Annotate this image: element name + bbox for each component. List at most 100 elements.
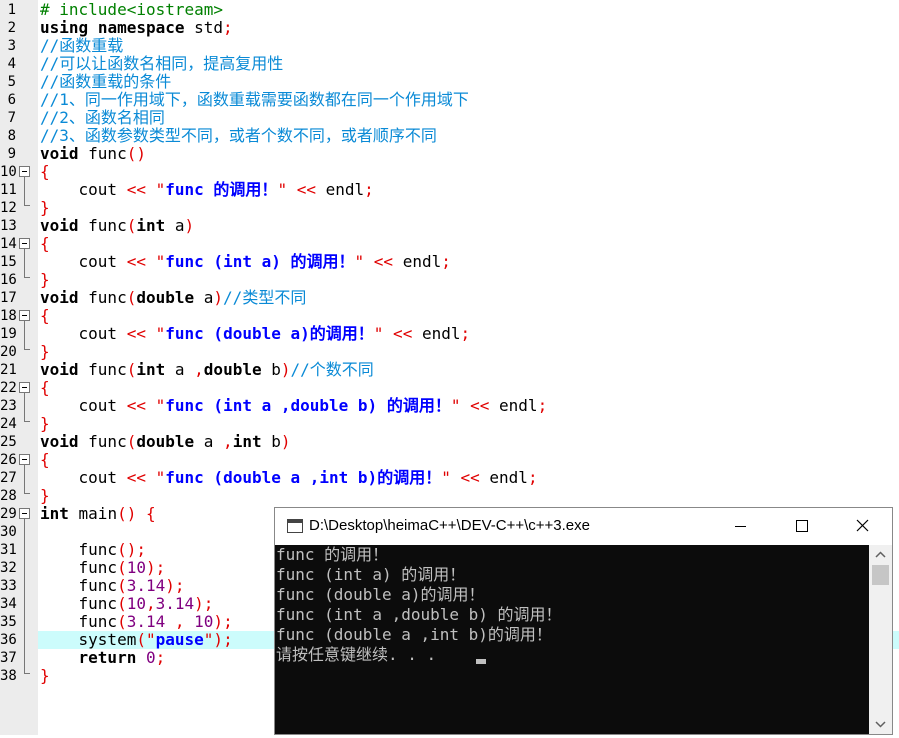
code-line[interactable]: { bbox=[40, 163, 50, 181]
code-line[interactable]: } bbox=[40, 415, 50, 433]
code-line[interactable]: //函数重载的条件 bbox=[40, 73, 171, 91]
vertical-scrollbar[interactable] bbox=[869, 545, 892, 734]
code-line[interactable]: system("pause"); bbox=[40, 631, 233, 649]
console-line: func 的调用！ bbox=[276, 545, 389, 564]
chevron-up-icon bbox=[875, 551, 886, 558]
code-line[interactable]: return 0; bbox=[40, 649, 166, 667]
code-line[interactable]: //可以让函数名相同，提高复用性 bbox=[40, 55, 283, 73]
line-number: 20 bbox=[0, 344, 17, 360]
line-number: 16 bbox=[0, 272, 17, 288]
line-number: 23 bbox=[0, 398, 17, 414]
chevron-down-icon bbox=[875, 721, 886, 728]
line-number: 9 bbox=[7, 146, 16, 162]
code-line[interactable]: } bbox=[40, 667, 50, 685]
line-number: 10 bbox=[0, 164, 17, 180]
code-line[interactable]: //函数重载 bbox=[40, 37, 123, 55]
console-line: func (double a ,int b)的调用！ bbox=[276, 625, 552, 644]
line-number: 7 bbox=[7, 110, 16, 126]
code-line[interactable]: int main() { bbox=[40, 505, 156, 523]
line-number: 26 bbox=[0, 452, 17, 468]
code-line[interactable]: cout << "func 的调用！" << endl; bbox=[40, 181, 374, 199]
line-number: 36 bbox=[0, 632, 17, 648]
close-button[interactable] bbox=[840, 508, 886, 545]
code-line[interactable]: //3、函数参数类型不同，或者个数不同，或者顺序不同 bbox=[40, 127, 437, 145]
console-window[interactable]: D:\Desktop\heimaC++\DEV-C++\c++3.exe fun… bbox=[274, 507, 893, 735]
line-number: 12 bbox=[0, 200, 17, 216]
code-line[interactable]: func(10,3.14); bbox=[40, 595, 214, 613]
fold-guide bbox=[24, 249, 25, 277]
fold-guide bbox=[24, 393, 25, 421]
line-number: 27 bbox=[0, 470, 17, 486]
line-number: 14 bbox=[0, 236, 17, 252]
code-line[interactable]: void func(double a)//类型不同 bbox=[40, 289, 306, 307]
line-number: 18 bbox=[0, 308, 17, 324]
text-cursor bbox=[476, 659, 486, 664]
console-app-icon bbox=[287, 519, 303, 533]
code-line[interactable]: { bbox=[40, 451, 50, 469]
code-line[interactable]: func(3.14 , 10); bbox=[40, 613, 233, 631]
line-number: 3 bbox=[7, 38, 16, 54]
line-number: 25 bbox=[0, 434, 17, 450]
fold-end bbox=[24, 349, 30, 350]
code-line[interactable]: } bbox=[40, 271, 50, 289]
code-line[interactable]: //1、同一作用域下，函数重载需要函数都在同一个作用域下 bbox=[40, 91, 469, 109]
code-line[interactable]: cout << "func (int a ,double b) 的调用！" <<… bbox=[40, 397, 548, 415]
code-line[interactable]: void func(int a ,double b)//个数不同 bbox=[40, 361, 374, 379]
code-line[interactable]: { bbox=[40, 379, 50, 397]
code-line[interactable]: } bbox=[40, 487, 50, 505]
code-line[interactable]: cout << "func (int a) 的调用！" << endl; bbox=[40, 253, 451, 271]
code-line[interactable]: } bbox=[40, 199, 50, 217]
line-number: 2 bbox=[7, 20, 16, 36]
fold-toggle-icon[interactable] bbox=[19, 454, 30, 465]
scroll-up-button[interactable] bbox=[869, 545, 892, 565]
code-line[interactable]: cout << "func (double a ,int b)的调用！" << … bbox=[40, 469, 538, 487]
fold-guide bbox=[24, 177, 25, 205]
line-number: 24 bbox=[0, 416, 17, 432]
code-line[interactable]: void func() bbox=[40, 145, 146, 163]
console-line: func (double a)的调用！ bbox=[276, 585, 485, 604]
fold-end bbox=[24, 673, 30, 674]
line-number: 15 bbox=[0, 254, 17, 270]
code-line[interactable]: func(10); bbox=[40, 559, 166, 577]
line-number: 4 bbox=[7, 56, 16, 72]
line-number: 38 bbox=[0, 668, 17, 684]
code-line[interactable]: func(3.14); bbox=[40, 577, 185, 595]
scrollbar-thumb[interactable] bbox=[872, 565, 889, 585]
line-number: 32 bbox=[0, 560, 17, 576]
line-number: 37 bbox=[0, 650, 17, 666]
code-line[interactable]: { bbox=[40, 307, 50, 325]
line-number: 31 bbox=[0, 542, 17, 558]
fold-toggle-icon[interactable] bbox=[19, 166, 30, 177]
fold-toggle-icon[interactable] bbox=[19, 508, 30, 519]
code-line[interactable]: { bbox=[40, 235, 50, 253]
line-number: 8 bbox=[7, 128, 16, 144]
maximize-button[interactable] bbox=[779, 508, 825, 545]
console-output[interactable]: func 的调用！ func (int a) 的调用！ func (double… bbox=[275, 545, 869, 734]
scroll-down-button[interactable] bbox=[869, 714, 892, 734]
line-number: 35 bbox=[0, 614, 17, 630]
line-number: 1 bbox=[7, 2, 16, 18]
code-line[interactable]: func(); bbox=[40, 541, 146, 559]
window-titlebar[interactable]: D:\Desktop\heimaC++\DEV-C++\c++3.exe bbox=[275, 508, 892, 545]
minimize-button[interactable] bbox=[718, 508, 764, 545]
line-number: 13 bbox=[0, 218, 17, 234]
fold-toggle-icon[interactable] bbox=[19, 382, 30, 393]
fold-guide bbox=[24, 321, 25, 349]
code-line[interactable]: } bbox=[40, 343, 50, 361]
code-line[interactable]: cout << "func (double a)的调用！" << endl; bbox=[40, 325, 471, 343]
code-line[interactable]: void func(double a ,int b) bbox=[40, 433, 291, 451]
line-number: 19 bbox=[0, 326, 17, 342]
line-number: 34 bbox=[0, 596, 17, 612]
fold-toggle-icon[interactable] bbox=[19, 238, 30, 249]
code-line[interactable]: void func(int a) bbox=[40, 217, 194, 235]
fold-toggle-icon[interactable] bbox=[19, 310, 30, 321]
code-line[interactable]: # include<iostream> bbox=[40, 1, 223, 19]
line-number: 30 bbox=[0, 524, 17, 540]
code-line[interactable]: using namespace std; bbox=[40, 19, 233, 37]
window-title: D:\Desktop\heimaC++\DEV-C++\c++3.exe bbox=[309, 517, 590, 534]
line-number: 28 bbox=[0, 488, 17, 504]
console-line: func (int a) 的调用！ bbox=[276, 565, 466, 584]
fold-end bbox=[24, 493, 30, 494]
fold-guide bbox=[24, 519, 25, 673]
code-line[interactable]: //2、函数名相同 bbox=[40, 109, 165, 127]
